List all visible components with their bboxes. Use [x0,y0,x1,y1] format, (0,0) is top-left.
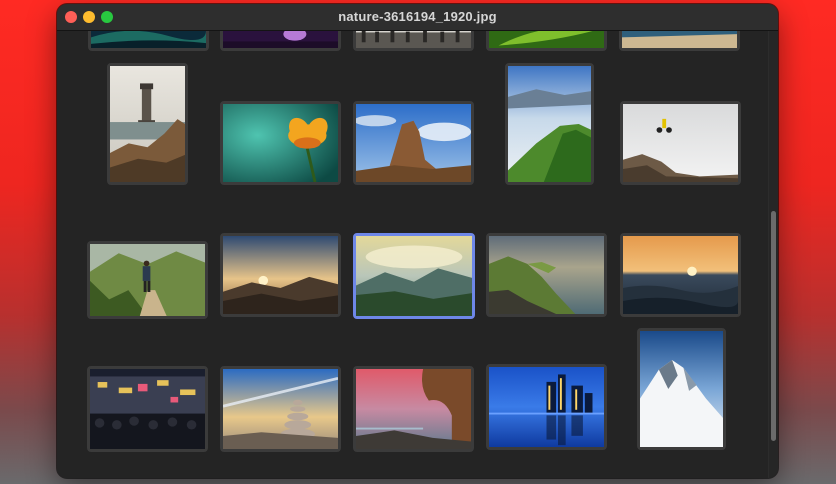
purple-flower-photo[interactable] [220,31,341,51]
beach-photo[interactable] [619,31,740,51]
stone-cairn-photo[interactable] [220,366,341,452]
sunset-mountains-photo[interactable] [220,233,341,317]
ocean-sunset-photo[interactable] [620,233,741,317]
city-skyline-night-photo[interactable] [486,364,607,450]
orange-flower-photo[interactable] [220,101,341,185]
green-ridge-photo[interactable] [505,63,594,185]
mountain-valley-photo[interactable] [353,233,475,319]
aurora-photo[interactable] [88,31,209,51]
city-night-crowd-photo[interactable] [87,366,208,452]
image-viewer-window: nature-3616194_1920.jpg [57,4,778,478]
street-crowd-photo[interactable] [353,31,474,51]
scrollbar-thumb[interactable] [771,211,776,441]
lighthouse-photo[interactable] [107,63,188,185]
sea-cliffs-photo[interactable] [486,233,607,317]
snowy-peak-photo[interactable] [637,328,726,450]
window-title: nature-3616194_1920.jpg [338,9,497,24]
coastal-arch-photo[interactable] [353,366,474,452]
title-bar[interactable]: nature-3616194_1920.jpg [57,4,778,31]
vertical-scrollbar[interactable] [768,31,778,478]
mountain-biker-photo[interactable] [620,101,741,185]
thumbnail-grid [57,31,778,478]
hiker-trail-photo[interactable] [87,241,208,319]
green-leaf-photo[interactable] [486,31,607,51]
rock-spire-photo[interactable] [353,101,474,185]
